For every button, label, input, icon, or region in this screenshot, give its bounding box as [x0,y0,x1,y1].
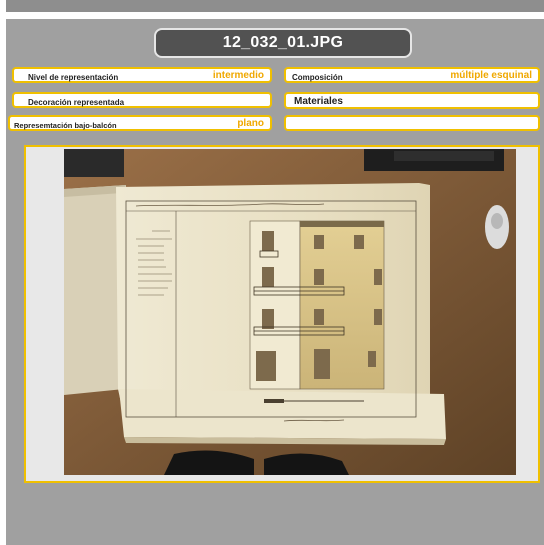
field-bajo-balcon: Represemtación bajo-balcón plano [8,115,272,131]
filename-title: 12_032_01.JPG [154,28,412,58]
field-label: Represemtación bajo-balcón [14,121,117,130]
field-label: Composición [292,73,343,82]
field-label: Decoración representada [28,98,125,107]
field-label: Materiales [294,96,343,107]
field-empty [284,115,540,131]
top-bar [6,0,544,12]
field-composicion: Composición múltiple esquinal [284,67,540,83]
field-materiales: Materiales [284,92,540,109]
architectural-drawing-photo[interactable] [64,149,516,475]
field-value: múltiple esquinal [450,70,532,81]
field-value: intermedio [212,70,264,81]
field-nivel-representacion: Nivel de representación intermedio [12,67,272,83]
field-value: plano [237,118,264,129]
field-decoracion: Decoración representada [12,92,272,108]
field-label: Nivel de representación [28,73,119,82]
photo-svg [64,149,516,475]
